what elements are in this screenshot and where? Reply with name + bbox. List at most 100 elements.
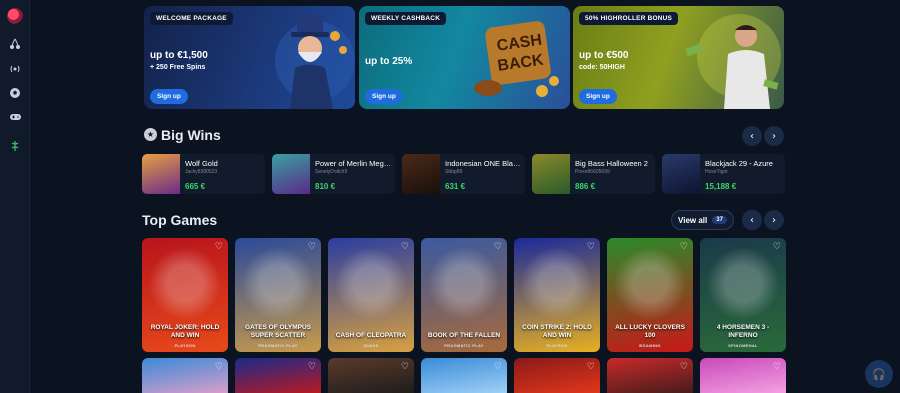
banner-title: up to €500 (579, 50, 629, 61)
win-username: SenelyDoitch9 (315, 169, 348, 175)
banner-tag: WEEKLY CASHBACK (365, 12, 447, 25)
win-amount: 810 € (315, 182, 336, 191)
banner-title: up to 25% (365, 56, 413, 67)
game-title: CASH OF CLEOPATRA (335, 332, 407, 339)
win-game-name: Blackjack 29 - Azure (705, 159, 773, 168)
win-username: HoseTiger (705, 169, 728, 175)
chevron-left-icon: ‹ (750, 214, 754, 226)
game-tile[interactable]: ♡ (700, 358, 786, 393)
sign-up-button[interactable]: Sign up (150, 89, 188, 104)
game-tile[interactable]: ♡ COIN STRIKE 2: HOLD AND WIN PLAYSON (514, 238, 600, 352)
big-win-card[interactable]: Wolf Gold Jacky8380523 665 € (142, 154, 265, 194)
win-game-name: Power of Merlin Meg… (315, 159, 392, 168)
game-provider: 3OAKS (363, 343, 379, 348)
bonus-icon[interactable] (8, 139, 22, 153)
game-title: COIN STRIKE 2: HOLD AND WIN (522, 324, 592, 339)
win-amount: 665 € (185, 182, 206, 191)
win-amount: 886 € (575, 182, 596, 191)
favorite-heart-icon[interactable]: ♡ (680, 362, 688, 372)
favorite-heart-icon[interactable]: ♡ (401, 362, 409, 372)
favorite-heart-icon[interactable]: ♡ (215, 362, 223, 372)
big-win-card[interactable]: Blackjack 29 - Azure HoseTiger 15,188 € (662, 154, 785, 194)
top-games-next-button[interactable]: › (764, 210, 784, 230)
support-chat-button[interactable]: 🎧 (865, 360, 893, 388)
game-tile[interactable]: ♡ ALL LUCKY CLOVERS 100 BGAMING (607, 238, 693, 352)
game-provider: BGAMING (639, 343, 661, 348)
view-all-button[interactable]: View all 37 (671, 210, 734, 230)
football-icon[interactable] (8, 86, 22, 100)
game-provider: PRAGMATIC PLAY (444, 343, 484, 348)
banner-tag: WELCOME PACKAGE (150, 12, 233, 25)
game-title: 4 HORSEMEN 3 - INFERNO (716, 324, 770, 339)
promo-banner-welcome[interactable]: WELCOME PACKAGE up to €1,500 + 250 Free … (144, 6, 355, 109)
banner-title: up to €1,500 (150, 50, 208, 61)
game-provider: PRAGMATIC PLAY (258, 343, 298, 348)
game-tile[interactable]: ♡ 4 HORSEMEN 3 - INFERNO SPINOMENAL (700, 238, 786, 352)
headset-icon: 🎧 (872, 367, 886, 381)
game-tile[interactable]: ♡ CASH OF CLEOPATRA 3OAKS (328, 238, 414, 352)
promo-banner-cashback[interactable]: CASH BACK WEEKLY CASHBACK up to 25% Sign… (359, 6, 570, 109)
game-title: ALL LUCKY CLOVERS 100 (615, 324, 685, 339)
chevron-left-icon: ‹ (750, 130, 754, 142)
big-wins-next-button[interactable]: › (764, 126, 784, 146)
game-tile[interactable]: ♡ (328, 358, 414, 393)
game-provider: SPINOMENAL (728, 343, 758, 348)
favorite-heart-icon[interactable]: ♡ (773, 362, 781, 372)
big-wins-prev-button[interactable]: ‹ (742, 126, 762, 146)
win-game-name: Wolf Gold (185, 159, 218, 168)
win-username: Sbbp88 (445, 169, 463, 175)
favorite-heart-icon[interactable]: ♡ (587, 242, 595, 252)
game-thumbnail (272, 154, 310, 194)
game-provider: PLAYSON (546, 343, 568, 348)
game-tile[interactable]: ♡ GATES OF OLYMPUS SUPER SCATTER PRAGMATIC… (235, 238, 321, 352)
favorite-heart-icon[interactable]: ♡ (494, 242, 502, 252)
star-icon: ★ (144, 128, 157, 141)
favorite-heart-icon[interactable]: ♡ (308, 362, 316, 372)
gamepad-icon[interactable] (8, 110, 22, 124)
big-win-card[interactable]: Big Bass Halloween 2 Pinxe86605699 886 € (532, 154, 655, 194)
banner-tag: 50% HIGHROLLER BONUS (579, 12, 679, 25)
live-broadcast-icon[interactable] (8, 62, 22, 76)
promo-banner-highroller[interactable]: 50% HIGHROLLER BONUS up to €500 code: 50… (573, 6, 784, 109)
cherries-icon[interactable] (8, 37, 22, 51)
game-tile[interactable]: ♡ (514, 358, 600, 393)
win-amount: 631 € (445, 182, 466, 191)
sign-up-button[interactable]: Sign up (579, 89, 617, 104)
game-tile[interactable]: ♡ ROYAL JOKER: HOLD AND WIN PLAYSON (142, 238, 228, 352)
win-username: Jacky8380523 (185, 169, 218, 175)
big-wins-title: Big Wins (161, 127, 221, 143)
game-tile[interactable]: ♡ (235, 358, 321, 393)
favorite-heart-icon[interactable]: ♡ (308, 242, 316, 252)
top-games-prev-button[interactable]: ‹ (742, 210, 762, 230)
banner-subtitle: + 250 Free Spins (150, 64, 206, 71)
favorite-heart-icon[interactable]: ♡ (587, 362, 595, 372)
game-title: ROYAL JOKER: HOLD AND WIN (150, 324, 220, 339)
view-all-label: View all (678, 215, 708, 225)
big-win-card[interactable]: Indonesian ONE Bla… Sbbp88 631 € (402, 154, 525, 194)
game-thumbnail (532, 154, 570, 194)
game-tile[interactable]: ♡ (421, 358, 507, 393)
game-thumbnail (402, 154, 440, 194)
banner-subtitle: code: 50HIGH (579, 64, 625, 71)
wizard-illustration (275, 14, 355, 109)
favorite-heart-icon[interactable]: ♡ (401, 242, 409, 252)
win-amount: 15,188 € (705, 182, 737, 191)
big-win-card[interactable]: Power of Merlin Meg… SenelyDoitch9 810 € (272, 154, 395, 194)
favorite-heart-icon[interactable]: ♡ (215, 242, 223, 252)
game-title: GATES OF OLYMPUS SUPER SCATTER (244, 324, 312, 339)
cashback-illustration: CASH BACK (474, 21, 559, 97)
win-game-name: Big Bass Halloween 2 (575, 159, 648, 168)
game-provider: PLAYSON (174, 343, 196, 348)
chevron-right-icon: › (772, 214, 776, 226)
game-tile[interactable]: ♡ (607, 358, 693, 393)
favorite-heart-icon[interactable]: ♡ (494, 362, 502, 372)
game-thumbnail (662, 154, 700, 194)
game-tile[interactable]: ♡ BOOK OF THE FALLEN PRAGMATIC PLAY (421, 238, 507, 352)
game-title: BOOK OF THE FALLEN (427, 332, 501, 339)
favorite-heart-icon[interactable]: ♡ (773, 242, 781, 252)
top-games-title: Top Games (142, 212, 218, 228)
favorite-heart-icon[interactable]: ♡ (680, 242, 688, 252)
game-tile[interactable]: ♡ (142, 358, 228, 393)
sign-up-button[interactable]: Sign up (365, 89, 403, 104)
logo[interactable] (7, 8, 23, 24)
